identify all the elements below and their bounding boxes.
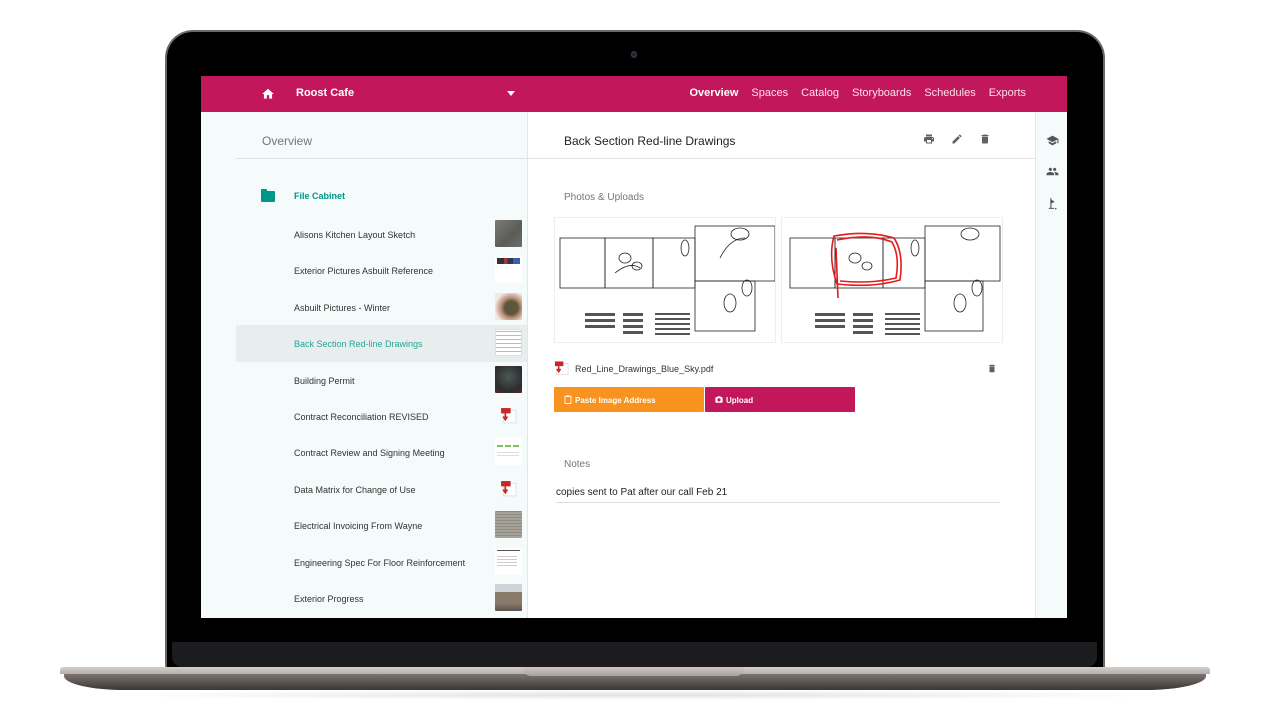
- thumbnail-image: [495, 256, 522, 284]
- pdf-icon: [554, 361, 569, 375]
- list-item-label: Engineering Spec For Floor Reinforcement: [294, 557, 466, 568]
- nav-overview[interactable]: Overview: [689, 87, 738, 99]
- golf-flag-icon[interactable]: [1046, 197, 1059, 210]
- folder-label: File Cabinet: [294, 191, 346, 201]
- file-list: Alisons Kitchen Layout Sketch Exterior P…: [236, 216, 527, 616]
- nav-spaces[interactable]: Spaces: [751, 87, 788, 99]
- nav-schedules[interactable]: Schedules: [924, 87, 975, 99]
- list-item-label: Exterior Progress: [294, 593, 364, 604]
- notes-field[interactable]: copies sent to Pat after our call Feb 21: [556, 487, 1000, 503]
- laptop-hinge-notch: [523, 667, 744, 676]
- detail-title: Back Section Red-line Drawings: [564, 134, 736, 148]
- thumbnail-image: [495, 292, 522, 320]
- list-item[interactable]: Building Permit: [236, 362, 527, 398]
- thumbnail-image: [495, 329, 522, 357]
- print-icon[interactable]: [923, 133, 935, 145]
- list-item[interactable]: Engineering Spec For Floor Reinforcement: [236, 544, 527, 580]
- attachment-file-name[interactable]: Red_Line_Drawings_Blue_Sky.pdf: [575, 364, 713, 374]
- laptop-chin: [172, 642, 1097, 667]
- home-icon[interactable]: [261, 87, 275, 101]
- sidebar: Overview File Cabinet Alisons Kitchen La…: [201, 112, 527, 618]
- pdf-thumbnail-icon: [495, 474, 522, 502]
- camera-icon: [715, 396, 723, 403]
- attachment-row[interactable]: Red_Line_Drawings_Blue_Sky.pdf: [554, 360, 999, 380]
- nav-catalog[interactable]: Catalog: [801, 87, 839, 99]
- paste-image-address-button[interactable]: Paste Image Address: [554, 387, 704, 412]
- delete-attachment-icon[interactable]: [987, 363, 997, 374]
- top-bar: Roost Cafe Overview Spaces Catalog Story…: [201, 76, 1067, 112]
- list-item[interactable]: Data Matrix for Change of Use: [236, 471, 527, 507]
- list-item[interactable]: Alisons Kitchen Layout Sketch: [236, 216, 527, 252]
- folder-icon: [261, 189, 275, 202]
- right-rail: [1035, 112, 1067, 618]
- upload-button[interactable]: Upload: [705, 387, 855, 412]
- people-icon[interactable]: [1046, 165, 1059, 178]
- project-name[interactable]: Roost Cafe: [296, 87, 354, 99]
- divider: [236, 158, 527, 159]
- list-item-label: Exterior Pictures Asbuilt Reference: [294, 266, 434, 277]
- list-item-label: Contract Reconciliation REVISED: [294, 411, 429, 422]
- laptop-base: [64, 674, 1206, 690]
- school-icon[interactable]: [1046, 134, 1059, 147]
- nav-exports[interactable]: Exports: [989, 87, 1026, 99]
- chevron-down-icon[interactable]: [507, 91, 515, 96]
- list-item[interactable]: Electrical Invoicing From Wayne: [236, 507, 527, 543]
- photo-drawing-original[interactable]: [554, 217, 776, 343]
- detail-actions: [923, 133, 991, 145]
- clipboard-icon: [564, 395, 572, 404]
- list-item[interactable]: Contract Review and Signing Meeting: [236, 434, 527, 470]
- thumbnail-image: [495, 547, 522, 575]
- main-nav: Overview Spaces Catalog Storyboards Sche…: [689, 87, 1026, 99]
- webcam: [631, 51, 637, 58]
- list-item-label: Back Section Red-line Drawings: [294, 339, 423, 350]
- thumbnail-image: [495, 511, 522, 539]
- sidebar-title: Overview: [262, 134, 313, 148]
- list-item[interactable]: Exterior Progress: [236, 580, 527, 616]
- pdf-thumbnail-icon: [495, 401, 522, 429]
- photo-drawing-redlined[interactable]: [781, 217, 1003, 343]
- thumbnail-image: [495, 220, 522, 247]
- thumbnail-image: [495, 365, 522, 393]
- list-item[interactable]: Exterior Pictures Asbuilt Reference: [236, 252, 527, 288]
- app-screen: Roost Cafe Overview Spaces Catalog Story…: [201, 76, 1067, 618]
- notes-label: Notes: [564, 459, 591, 470]
- list-item-label: Contract Review and Signing Meeting: [294, 448, 445, 459]
- list-item-label: Data Matrix for Change of Use: [294, 484, 416, 495]
- divider: [528, 158, 1035, 159]
- list-item-label: Building Permit: [294, 375, 355, 386]
- thumbnail-image: [495, 583, 522, 611]
- list-item-selected[interactable]: Back Section Red-line Drawings: [236, 325, 527, 362]
- nav-storyboards[interactable]: Storyboards: [852, 87, 911, 99]
- laptop-mockup: Roost Cafe Overview Spaces Catalog Story…: [0, 0, 1280, 720]
- list-item-label: Electrical Invoicing From Wayne: [294, 521, 423, 532]
- delete-icon[interactable]: [979, 133, 991, 145]
- laptop-shadow: [90, 690, 1190, 700]
- list-item-label: Alisons Kitchen Layout Sketch: [294, 230, 416, 240]
- detail-panel: Back Section Red-line Drawings Photos & …: [528, 112, 1035, 618]
- list-item-label: Asbuilt Pictures - Winter: [294, 302, 391, 313]
- list-item[interactable]: Asbuilt Pictures - Winter: [236, 289, 527, 325]
- thumbnail-image: [495, 438, 522, 466]
- edit-icon[interactable]: [951, 133, 963, 145]
- folder-file-cabinet[interactable]: File Cabinet: [236, 184, 527, 209]
- photos-section-label: Photos & Uploads: [564, 192, 645, 203]
- list-item[interactable]: Contract Reconciliation REVISED: [236, 398, 527, 434]
